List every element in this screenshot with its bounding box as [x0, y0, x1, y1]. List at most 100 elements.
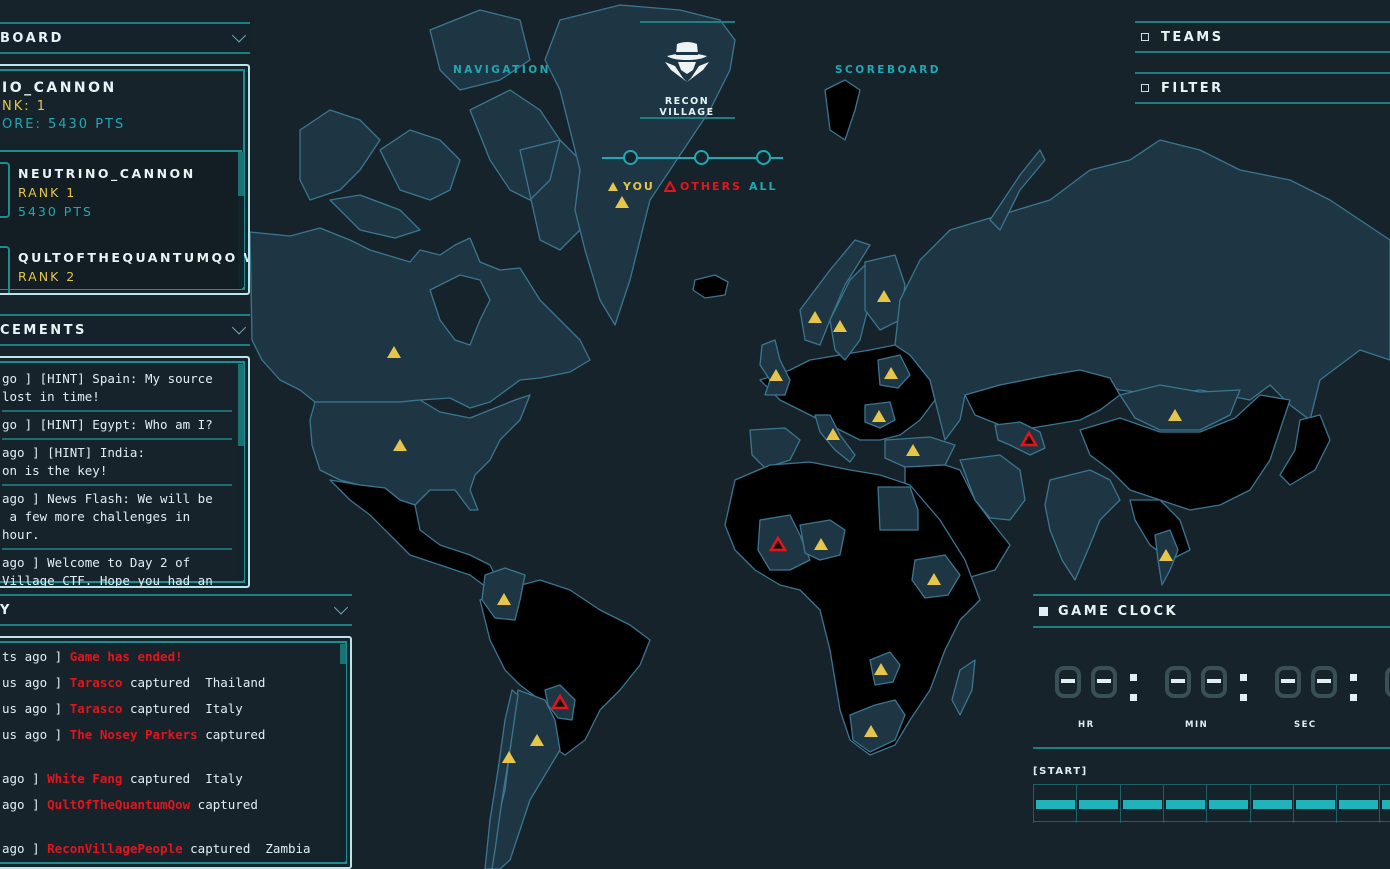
team-rank: RANK 1	[18, 185, 77, 200]
progress-segment	[1339, 800, 1379, 809]
chevron-down-icon[interactable]	[231, 320, 247, 335]
activity-team[interactable]: White Fang	[47, 771, 122, 786]
activity-scrollbar[interactable]	[340, 644, 346, 861]
announcement-item: go ] [HINT] Egypt: Who am I?	[2, 412, 232, 440]
digit-dash	[1207, 679, 1221, 683]
slider-stop-all[interactable]	[756, 150, 771, 165]
legend-all[interactable]: ALL	[749, 180, 778, 193]
progress-tick	[1206, 785, 1208, 823]
activity-time: ago ]	[2, 797, 48, 812]
progress-segment	[1122, 800, 1162, 809]
activity-text: captured Zambia	[182, 841, 311, 856]
square-icon	[1039, 606, 1048, 616]
game-clock-panel: GAME CLOCK HR MIN SEC [START]	[1033, 594, 1390, 869]
announcement-line: go ] [HINT] Spain: My source	[2, 371, 213, 386]
progress-tick	[1162, 785, 1164, 823]
teams-panel-header[interactable]: TEAMS	[1135, 21, 1390, 53]
legend-others[interactable]: OTHERS	[664, 180, 742, 193]
announcements-list: go ] [HINT] Spain: My source lost in tim…	[2, 366, 232, 588]
announcement-line: Village CTF. Hope you had an	[2, 573, 213, 588]
progress-tick	[1336, 785, 1338, 823]
checkbox-icon[interactable]	[1141, 33, 1149, 41]
team-points: 5430 PTS	[18, 204, 93, 219]
announcement-line: go ] [HINT] Egypt: Who am I?	[2, 417, 213, 432]
announcements-scrollbar[interactable]	[238, 364, 244, 580]
hours-digit	[1091, 666, 1117, 698]
frames-digit	[1385, 666, 1390, 698]
current-team-rank: NK: 1	[2, 99, 48, 114]
team-avatar	[0, 246, 10, 293]
current-team-summary: IO_CANNON NK: 1 ORE: 5430 PTS	[2, 80, 125, 132]
team-rank: RANK 2	[18, 269, 77, 284]
legend-you-label: YOU	[623, 180, 655, 193]
announcements-panel: go ] [HINT] Spain: My source lost in tim…	[0, 356, 250, 588]
progress-tick	[1292, 785, 1294, 823]
current-team-name: IO_CANNON	[2, 80, 117, 96]
activity-panel: ts ago ] Game has ended! us ago ] Tarasc…	[0, 636, 352, 869]
filter-panel-header[interactable]: FILTER	[1135, 72, 1390, 104]
country-turkey[interactable]	[884, 436, 956, 468]
checkbox-icon[interactable]	[1141, 84, 1149, 92]
leaderboard-scrollbar[interactable]	[238, 152, 244, 287]
game-clock-header[interactable]: GAME CLOCK	[1033, 594, 1390, 628]
activity-list: ts ago ] Game has ended! us ago ] Tarasc…	[2, 644, 334, 862]
hours-digit	[1055, 666, 1081, 698]
country-egypt[interactable]	[877, 486, 919, 531]
digit-dash	[1281, 679, 1295, 683]
announcements-header[interactable]: CEMENTS	[0, 314, 250, 346]
brand-label[interactable]: RECON VILLAGE	[640, 96, 734, 118]
brand-divider-bottom	[640, 117, 735, 119]
game-clock-title: GAME CLOCK	[1058, 603, 1179, 619]
seconds-digit	[1311, 666, 1337, 698]
clock-divider	[1033, 747, 1390, 749]
slider-stop-you[interactable]	[623, 150, 638, 165]
activity-item: us ago ] Tarasco captured Italy	[2, 696, 334, 722]
marker-filter-slider[interactable]	[602, 150, 783, 166]
activity-team[interactable]: Tarasco	[70, 701, 123, 716]
legend-all-label: ALL	[749, 180, 778, 193]
announcement-item: ago ] [HINT] India: on is the key!	[2, 440, 232, 486]
activity-team[interactable]: Game has ended!	[70, 649, 183, 664]
activity-text: captured	[197, 727, 266, 742]
announcement-line: ago ] Welcome to Day 2 of	[2, 555, 191, 570]
minutes-digit	[1201, 666, 1227, 698]
clock-colon-dot	[1130, 674, 1137, 681]
activity-time: us ago ]	[2, 675, 70, 690]
activity-item: ago ] White Fang captured Italy	[2, 766, 334, 792]
scroll-thumb[interactable]	[340, 644, 346, 664]
scroll-thumb[interactable]	[238, 364, 244, 446]
leaderboard-row[interactable]: NEUTRINO_CANNON RANK 1 5430 PTS	[0, 152, 242, 236]
legend-you[interactable]: YOU	[608, 180, 655, 193]
leaderboard-row[interactable]: QULTOFTHEQUANTUMQOW RANK 2	[0, 236, 250, 293]
legend-others-label: OTHERS	[680, 180, 742, 193]
chevron-down-icon[interactable]	[231, 28, 247, 43]
activity-header[interactable]: Y	[0, 594, 352, 626]
brand-divider-top	[640, 21, 735, 23]
chevron-down-icon[interactable]	[333, 600, 349, 615]
announcement-line: hour.	[2, 527, 40, 542]
activity-team[interactable]: Tarasco	[70, 675, 123, 690]
game-progress-bar	[1033, 784, 1390, 823]
scoreboard-link[interactable]: SCOREBOARD	[835, 64, 941, 76]
progress-tick	[1249, 785, 1251, 823]
activity-team[interactable]: QultOfTheQuantumQow	[47, 797, 190, 812]
progress-tick	[1076, 785, 1078, 823]
activity-item: ts ago ] Game has ended!	[2, 644, 334, 670]
activity-team[interactable]: ReconVillagePeople	[47, 841, 182, 856]
activity-item: us ago ] The Nosey Parkers captured	[2, 722, 334, 766]
country-niger[interactable]	[799, 519, 846, 561]
activity-title: Y	[0, 602, 12, 618]
announcement-line: ago ] News Flash: We will be	[2, 491, 213, 506]
activity-team[interactable]: The Nosey Parkers	[70, 727, 198, 742]
activity-time: us ago ]	[2, 727, 70, 742]
team-name: QULTOFTHEQUANTUMQOW	[18, 250, 250, 265]
minutes-digit	[1165, 666, 1191, 698]
leaderboard-header[interactable]: BOARD	[0, 22, 250, 54]
scroll-thumb[interactable]	[238, 152, 244, 196]
leaderboard-list: NEUTRINO_CANNON RANK 1 5430 PTS QULTOFTH…	[0, 150, 248, 293]
slider-stop-others[interactable]	[694, 150, 709, 165]
digit-dash	[1097, 679, 1111, 683]
navigation-link[interactable]: NAVIGATION	[453, 64, 551, 76]
digit-dash	[1171, 679, 1185, 683]
seconds-unit: SEC	[1294, 720, 1317, 730]
